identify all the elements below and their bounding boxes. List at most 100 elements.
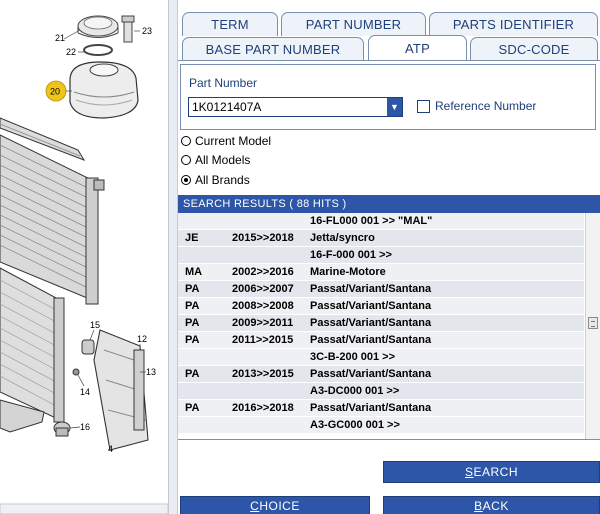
table-row[interactable]: 16-F-000 001 >> xyxy=(178,247,584,264)
row-model: A3-GC000 001 >> xyxy=(310,419,400,431)
dropdown-arrow-icon[interactable]: ▼ xyxy=(387,98,402,116)
row-model: Jetta/syncro xyxy=(310,232,375,244)
search-button-label: EARCH xyxy=(473,465,519,479)
row-code: PA xyxy=(185,317,200,329)
parts-diagram-drawing: 21 23 22 15 12 13 14 16 4 20 xyxy=(0,15,168,514)
table-row[interactable]: A3-GC000 001 >> xyxy=(178,417,584,434)
choice-button-label: HOICE xyxy=(259,499,300,513)
row-code: PA xyxy=(185,334,200,346)
row-model: 3C-B-200 001 >> xyxy=(310,351,395,363)
row-code: JE xyxy=(185,232,199,244)
row-years: 2009>>2011 xyxy=(232,317,294,329)
radio-all-brands[interactable]: All Brands xyxy=(181,172,250,188)
row-years: 2013>>2015 xyxy=(232,368,294,380)
row-code: PA xyxy=(185,368,200,380)
row-model: Passat/Variant/Santana xyxy=(310,317,432,329)
search-button-mnemonic: S xyxy=(464,465,474,479)
radio-selected-icon xyxy=(181,175,191,185)
results-bottom-border xyxy=(178,439,600,440)
row-model: A3-DC000 001 >> xyxy=(310,385,400,397)
radio-current-model[interactable]: Current Model xyxy=(181,133,271,149)
row-model: 16-FL000 001 >> "MAL" xyxy=(310,215,433,227)
reference-number-label: Reference Number xyxy=(435,99,537,113)
results-scrollbar[interactable] xyxy=(585,213,600,439)
sensor-part xyxy=(121,15,135,43)
table-row[interactable]: PA 2016>>2018 Passat/Variant/Santana xyxy=(178,400,584,417)
tab-part-number[interactable]: PART NUMBER xyxy=(281,12,426,36)
row-model: Passat/Variant/Santana xyxy=(310,300,432,312)
table-row[interactable]: PA 2011>>2015 Passat/Variant/Santana xyxy=(178,332,584,349)
plug-part xyxy=(53,421,71,437)
tab-atp-label: ATP xyxy=(405,41,430,56)
tab-sdc-code-label: SDC-CODE xyxy=(498,42,570,57)
radio-all-models-label: All Models xyxy=(195,153,251,167)
callout-4: 4 xyxy=(108,444,113,454)
condenser-part xyxy=(0,267,65,423)
row-model: Passat/Variant/Santana xyxy=(310,334,432,346)
screw-part xyxy=(72,368,80,376)
reference-number-checkbox[interactable] xyxy=(417,100,430,113)
row-years: 2002>>2016 xyxy=(232,266,294,278)
radio-all-models[interactable]: All Models xyxy=(181,152,250,168)
row-years: 2008>>2008 xyxy=(232,300,294,312)
callout-12: 12 xyxy=(137,334,147,344)
tab-term-label: TERM xyxy=(211,17,249,32)
tab-atp[interactable]: ATP xyxy=(368,35,467,61)
callout-20-highlight[interactable]: 20 xyxy=(45,80,72,102)
back-button[interactable]: B ACK xyxy=(383,496,600,514)
row-code: PA xyxy=(185,402,200,414)
table-row[interactable]: PA 2009>>2011 Passat/Variant/Santana xyxy=(178,315,584,332)
row-model: Passat/Variant/Santana xyxy=(310,283,432,295)
callout-21: 21 xyxy=(55,33,65,43)
row-model: Passat/Variant/Santana xyxy=(310,402,432,414)
row-code: MA xyxy=(185,266,203,278)
row-model: Passat/Variant/Santana xyxy=(310,368,432,380)
part-number-select[interactable]: 1K0121407A ▼ xyxy=(188,97,403,117)
row-years: 2015>>2018 xyxy=(232,232,294,244)
table-row[interactable]: 16-FL000 001 >> "MAL" xyxy=(178,213,584,230)
radio-current-model-label: Current Model xyxy=(195,134,272,148)
cap-part xyxy=(77,15,119,38)
tab-base-part-number-label: BASE PART NUMBER xyxy=(205,42,341,57)
callout-16: 16 xyxy=(80,422,90,432)
part-number-group: Part Number 1K0121407A ▼ Reference Numbe… xyxy=(180,64,596,130)
pane-splitter[interactable] xyxy=(168,0,178,514)
callout-23: 23 xyxy=(142,26,152,36)
table-row[interactable]: PA 2006>>2007 Passat/Variant/Santana xyxy=(178,281,584,298)
seal-ring-part xyxy=(83,44,113,56)
tab-baseline xyxy=(178,60,600,61)
search-results-list[interactable]: 16-FL000 001 >> "MAL" JE 2015>>2018 Jetta/… xyxy=(178,213,584,439)
callout-15: 15 xyxy=(90,320,100,330)
tab-term[interactable]: TERM xyxy=(182,12,278,36)
callout-14: 14 xyxy=(80,387,90,397)
parts-diagram[interactable]: 21 23 22 15 12 13 14 16 4 20 xyxy=(0,0,168,514)
row-code: PA xyxy=(185,283,200,295)
scroll-thumb-grip-icon[interactable] xyxy=(588,317,598,329)
tab-parts-identifier[interactable]: PARTS IDENTIFIER xyxy=(429,12,598,36)
radio-all-brands-label: All Brands xyxy=(195,173,250,187)
tab-sdc-code[interactable]: SDC-CODE xyxy=(470,37,598,61)
expansion-tank-part xyxy=(69,61,139,119)
radio-circle-icon xyxy=(181,136,191,146)
back-button-label: ACK xyxy=(482,499,509,513)
choice-button-mnemonic: C xyxy=(250,499,260,513)
callout-13: 13 xyxy=(146,367,156,377)
callout-22: 22 xyxy=(66,47,76,57)
tab-parts-identifier-label: PARTS IDENTIFIER xyxy=(452,17,575,32)
table-row[interactable]: PA 2008>>2008 Passat/Variant/Santana xyxy=(178,298,584,315)
row-years: 2016>>2018 xyxy=(232,402,294,414)
search-button[interactable]: S EARCH xyxy=(383,461,600,483)
back-button-mnemonic: B xyxy=(474,499,483,513)
row-model: Marine-Motore xyxy=(310,266,386,278)
table-row[interactable]: A3-DC000 001 >> xyxy=(178,383,584,400)
part-number-label: Part Number xyxy=(189,76,258,90)
tab-base-part-number[interactable]: BASE PART NUMBER xyxy=(182,37,364,61)
search-results-header: SEARCH RESULTS ( 88 HITS ) xyxy=(178,195,600,213)
row-model: 16-F-000 001 >> xyxy=(310,249,392,261)
choice-button[interactable]: C HOICE xyxy=(180,496,370,514)
table-row[interactable]: JE 2015>>2018 Jetta/syncro xyxy=(178,230,584,247)
table-row[interactable]: PA 2013>>2015 Passat/Variant/Santana xyxy=(178,366,584,383)
table-row[interactable]: 3C-B-200 001 >> xyxy=(178,349,584,366)
table-row[interactable]: MA 2002>>2016 Marine-Motore xyxy=(178,264,584,281)
part-number-value: 1K0121407A xyxy=(192,100,262,114)
